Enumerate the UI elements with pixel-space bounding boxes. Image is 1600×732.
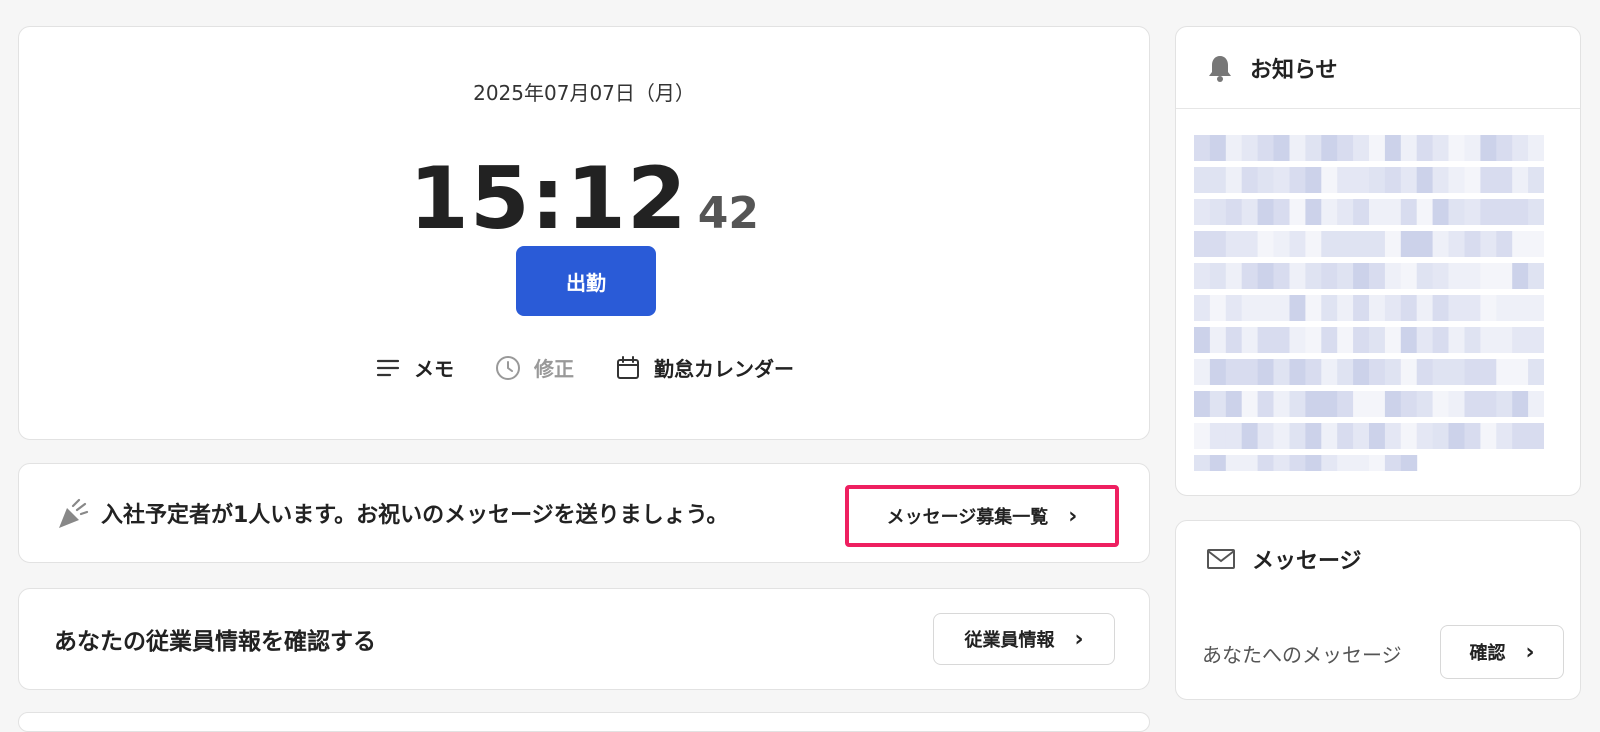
time-seconds: 42 [697,188,759,239]
new-hire-notice-card: 入社予定者が1人います。お祝いのメッセージを送りましょう。 メッセージ募集一覧 … [18,463,1150,563]
calendar-icon [617,355,639,379]
new-hire-notice-text: 入社予定者が1人います。お祝いのメッセージを送りましょう。 [101,503,729,528]
employee-info-text: あなたの従業員情報を確認する [54,629,376,655]
highlight-box [845,485,1119,547]
correction-label: 修正 [534,357,574,381]
time-hours-minutes: 15:12 [409,149,688,249]
employee-info-button[interactable]: 従業員情報 › [933,613,1115,665]
confirm-label: 確認 [1469,643,1506,664]
bell-icon [1209,55,1231,82]
memo-lines-icon [376,359,400,376]
next-card-edge [18,712,1150,732]
clock-icon [496,355,520,380]
memo-action[interactable]: メモ [374,353,454,382]
employee-info-button-label: 従業員情報 [964,630,1055,651]
message-text: あなたへのメッセージ [1202,643,1402,667]
redacted-news-content [1194,135,1544,471]
memo-label: メモ [414,357,454,381]
party-popper-icon [59,498,89,528]
clock-actions: メモ 修正 勤怠カレンダー [19,353,1149,382]
chevron-right-icon: › [1525,639,1535,665]
news-header: お知らせ [1176,27,1580,109]
clock-in-button[interactable]: 出勤 [516,246,656,316]
current-time: 15:12 42 [19,149,1149,249]
news-panel: お知らせ [1175,26,1581,496]
confirm-button[interactable]: 確認 › [1440,625,1564,679]
current-date: 2025年07月07日（月） [473,81,695,105]
envelope-icon [1207,549,1235,569]
message-header: メッセージ [1176,521,1580,597]
clock-card: 2025年07月07日（月） 15:12 42 出勤 メモ 修正 勤怠カレンダー [18,26,1150,440]
news-title: お知らせ [1250,57,1338,83]
message-panel: メッセージ あなたへのメッセージ 確認 › [1175,520,1581,700]
attendance-calendar-action[interactable]: 勤怠カレンダー [614,353,794,382]
message-title: メッセージ [1252,549,1362,574]
attendance-calendar-label: 勤怠カレンダー [654,357,794,381]
chevron-right-icon: › [1074,626,1084,652]
employee-info-card: あなたの従業員情報を確認する 従業員情報 › [18,588,1150,690]
correction-action[interactable]: 修正 [494,353,574,382]
